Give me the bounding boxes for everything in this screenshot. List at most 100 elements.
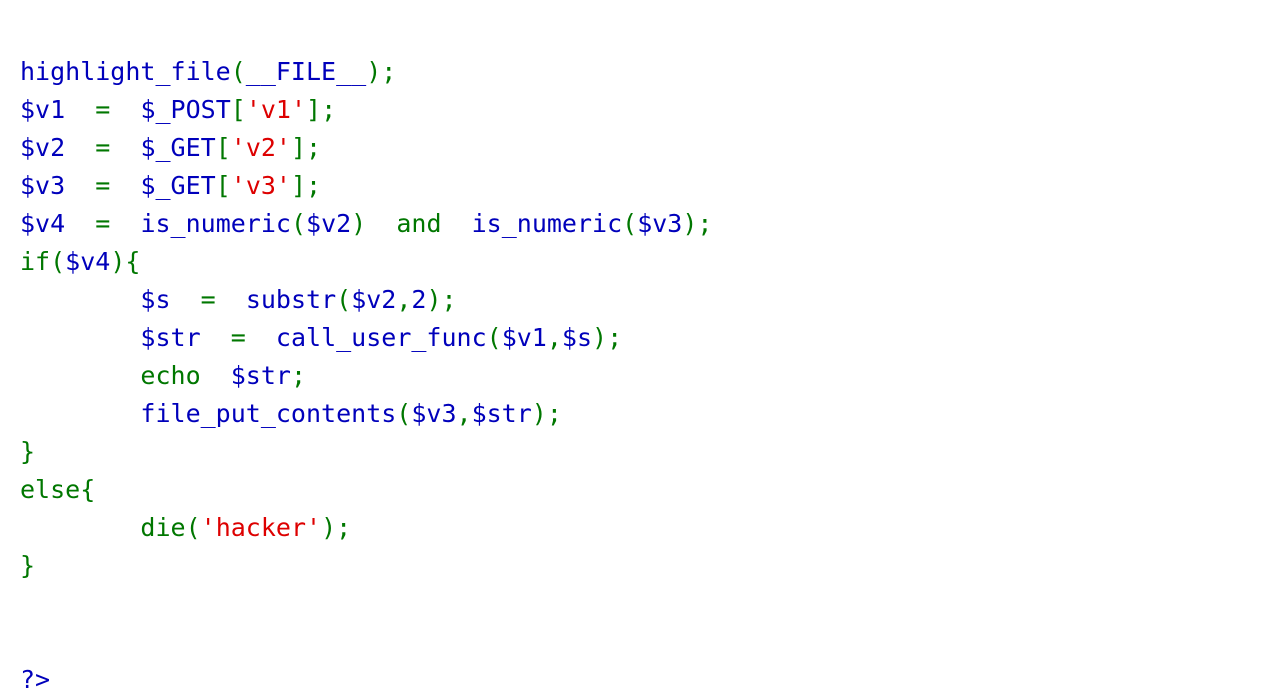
code-token-default: is_numeric bbox=[140, 209, 291, 238]
code-token-keyword: ; bbox=[336, 513, 352, 542]
code-token-default bbox=[110, 133, 140, 162]
code-line: $s = substr($v2,2); bbox=[20, 281, 712, 319]
code-token-keyword: echo bbox=[140, 361, 201, 390]
code-token-keyword: } bbox=[20, 551, 36, 580]
code-token-default bbox=[201, 323, 231, 352]
code-token-keyword: else bbox=[20, 475, 81, 504]
code-token-default: ?> bbox=[20, 665, 51, 694]
code-token-string: 'hacker' bbox=[200, 513, 322, 542]
code-token-keyword: ) bbox=[592, 323, 608, 352]
code-token-keyword: ( bbox=[185, 513, 201, 542]
code-line: ?> bbox=[20, 661, 712, 699]
code-line: file_put_contents($v3,$str); bbox=[20, 395, 712, 433]
code-line: die('hacker'); bbox=[20, 509, 712, 547]
code-token-default bbox=[110, 209, 140, 238]
code-token-keyword: ) bbox=[426, 285, 442, 314]
code-token-string: 'v3' bbox=[230, 171, 291, 200]
code-line: echo $str; bbox=[20, 357, 712, 395]
code-token-default: 2 bbox=[411, 285, 427, 314]
code-token-keyword: , bbox=[546, 323, 562, 352]
code-token-keyword: = bbox=[95, 209, 111, 238]
code-token-default bbox=[246, 323, 276, 352]
code-token-default: $v1 bbox=[501, 323, 547, 352]
code-token-keyword: if bbox=[20, 247, 51, 276]
php-source-code-listing: highlight_file(__FILE__); $v1 = $_POST['v… bbox=[20, 53, 712, 699]
code-token-default bbox=[201, 361, 231, 390]
code-token-keyword: ; bbox=[381, 57, 397, 86]
code-token-default: $_POST bbox=[140, 95, 231, 124]
code-token-keyword: ] bbox=[290, 133, 307, 162]
code-token-default: $s bbox=[140, 285, 171, 314]
code-token-keyword: ) bbox=[531, 399, 547, 428]
code-line: if($v4){ bbox=[20, 243, 712, 281]
code-token-default: file_put_contents bbox=[140, 399, 397, 428]
code-token-default: $v4 bbox=[20, 209, 66, 238]
code-token-keyword: ) bbox=[321, 513, 337, 542]
code-token-keyword: ) bbox=[351, 209, 367, 238]
code-token-default: $v2 bbox=[20, 133, 66, 162]
code-token-keyword: ( bbox=[230, 57, 246, 86]
code-token-keyword: [ bbox=[215, 171, 231, 200]
code-line: else{ bbox=[20, 471, 712, 509]
code-token-keyword: die bbox=[140, 513, 186, 542]
code-token-default bbox=[366, 209, 396, 238]
code-token-keyword: { bbox=[125, 247, 141, 276]
code-token-keyword: ) bbox=[110, 247, 126, 276]
code-line: } bbox=[20, 547, 712, 585]
code-token-keyword: ; bbox=[607, 323, 623, 352]
code-token-keyword: ; bbox=[546, 399, 562, 428]
code-token-default: $v2 bbox=[351, 285, 397, 314]
code-token-keyword: [ bbox=[215, 133, 231, 162]
code-line: $v1 = $_POST['v1']; bbox=[20, 91, 712, 129]
code-token-keyword: and bbox=[396, 209, 442, 238]
code-token-default bbox=[20, 399, 140, 428]
code-token-default bbox=[65, 133, 95, 162]
code-token-keyword: ; bbox=[306, 171, 322, 200]
code-token-default: $str bbox=[140, 323, 201, 352]
code-token-default: $v2 bbox=[306, 209, 352, 238]
code-token-default: __FILE__ bbox=[245, 57, 367, 86]
code-token-default bbox=[20, 513, 140, 542]
code-token-default bbox=[65, 171, 95, 200]
code-token-keyword: = bbox=[230, 323, 246, 352]
code-token-default bbox=[20, 361, 140, 390]
code-token-keyword: [ bbox=[230, 95, 246, 124]
code-token-default: $_GET bbox=[140, 171, 216, 200]
code-token-default bbox=[110, 95, 140, 124]
code-token-keyword: = bbox=[95, 133, 111, 162]
code-token-default bbox=[110, 171, 140, 200]
code-token-default bbox=[20, 285, 140, 314]
code-token-keyword: ( bbox=[336, 285, 352, 314]
code-token-default: $_GET bbox=[140, 133, 216, 162]
code-line: $v3 = $_GET['v3']; bbox=[20, 167, 712, 205]
code-token-default: $str bbox=[471, 399, 532, 428]
code-token-keyword: = bbox=[95, 171, 111, 200]
code-token-keyword: = bbox=[95, 95, 111, 124]
code-token-default: call_user_func bbox=[275, 323, 487, 352]
code-token-default: $v4 bbox=[65, 247, 111, 276]
code-token-string: 'v2' bbox=[230, 133, 291, 162]
code-token-keyword: ( bbox=[486, 323, 502, 352]
code-line: highlight_file(__FILE__); bbox=[20, 53, 712, 91]
page-body: { "document": { "kind": "php-highlight-f… bbox=[0, 0, 1266, 694]
code-token-default: $s bbox=[561, 323, 593, 352]
code-token-keyword: ( bbox=[290, 209, 307, 238]
code-token-default bbox=[442, 209, 472, 238]
code-token-keyword: ) bbox=[366, 57, 382, 86]
code-token-keyword: ] bbox=[290, 171, 307, 200]
code-token-default: $v3 bbox=[411, 399, 457, 428]
code-token-default: highlight_file bbox=[20, 57, 231, 86]
code-token-default: $v3 bbox=[637, 209, 683, 238]
code-line: $v2 = $_GET['v2']; bbox=[20, 129, 712, 167]
code-token-keyword: } bbox=[20, 437, 36, 466]
code-token-default bbox=[171, 285, 201, 314]
code-token-default bbox=[65, 95, 95, 124]
code-token-default: substr bbox=[245, 285, 337, 314]
code-token-keyword: ] bbox=[306, 95, 322, 124]
code-token-keyword: , bbox=[456, 399, 472, 428]
code-token-string: 'v1' bbox=[245, 95, 307, 124]
code-token-keyword: ; bbox=[306, 133, 322, 162]
code-token-default: $v3 bbox=[20, 171, 66, 200]
